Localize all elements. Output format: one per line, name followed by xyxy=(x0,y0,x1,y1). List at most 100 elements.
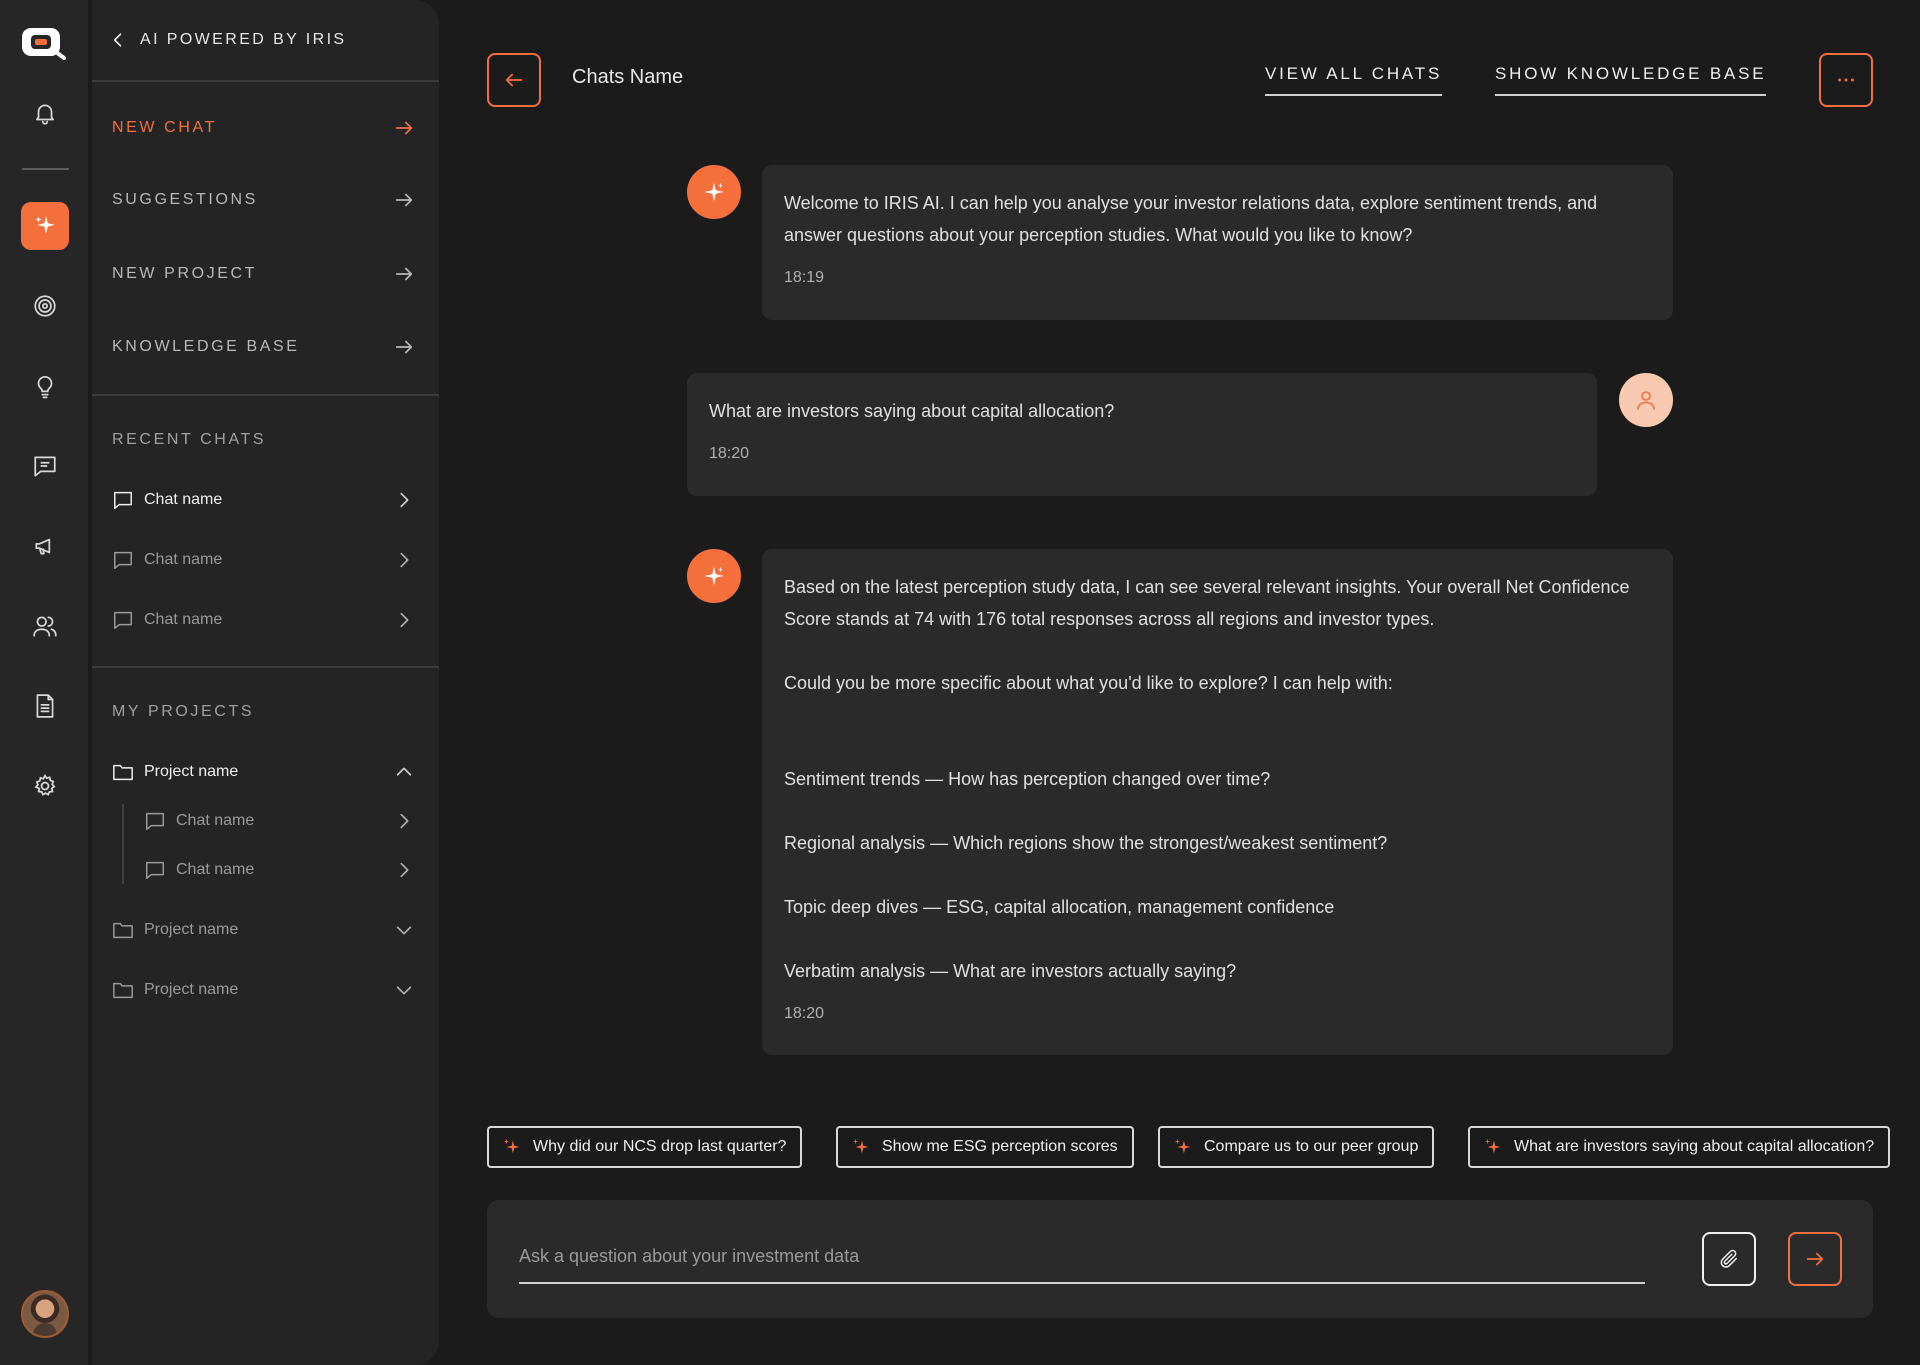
chevron-up-icon[interactable] xyxy=(393,761,415,783)
chevron-down-icon[interactable] xyxy=(393,919,415,941)
recent-chat-item[interactable]: Chat name xyxy=(92,476,439,524)
project-label: Project name xyxy=(144,921,239,938)
project-item[interactable]: Project name xyxy=(92,906,439,954)
suggestion-label: What are investors saying about capital … xyxy=(1514,1138,1875,1155)
suggestion-label: Compare us to our peer group xyxy=(1204,1138,1419,1155)
message-option: Verbatim analysis — What are investors a… xyxy=(784,961,1237,981)
gear-icon[interactable] xyxy=(21,762,69,810)
sparkle-icon xyxy=(1484,1138,1501,1154)
rail-divider xyxy=(22,168,69,170)
back-button[interactable] xyxy=(487,53,541,107)
lightbulb-icon[interactable] xyxy=(21,362,69,410)
suggestion-chip[interactable]: What are investors saying about capital … xyxy=(1468,1126,1891,1168)
user-message: What are investors saying about capital … xyxy=(687,373,1597,496)
chat-bubble-icon xyxy=(144,810,166,832)
knowledge-base-label: KNOWLEDGE BASE xyxy=(112,338,300,355)
paperclip-icon xyxy=(1720,1249,1738,1268)
project-chat-label: Chat name xyxy=(176,812,255,829)
show-knowledge-base-link[interactable]: SHOW KNOWLEDGE BASE xyxy=(1495,64,1767,96)
recent-chat-label: Chat name xyxy=(144,551,223,568)
chevron-right-icon xyxy=(400,552,409,568)
sparkle-icon xyxy=(704,566,724,586)
message-intro: Based on the latest perception study dat… xyxy=(784,577,1630,629)
project-item[interactable]: Project name xyxy=(92,748,439,796)
chevron-right-icon xyxy=(400,492,409,508)
suggestion-chip[interactable]: Why did our NCS drop last quarter? xyxy=(487,1126,803,1168)
message-question: Could you be more specific about what yo… xyxy=(784,673,1393,693)
project-label: Project name xyxy=(144,981,239,998)
suggestion-label: Why did our NCS drop last quarter? xyxy=(533,1138,787,1155)
message-time: 18:19 xyxy=(784,269,825,286)
project-chat-item[interactable]: Chat name xyxy=(92,797,439,845)
sparkle-icon[interactable] xyxy=(21,202,69,250)
folder-icon xyxy=(112,761,134,783)
app-window: AI POWERED BY IRIS NEW CHAT SUGGESTIONS … xyxy=(0,0,1920,1365)
users-icon[interactable] xyxy=(21,602,69,650)
user-message-avatar xyxy=(1619,373,1673,427)
more-horizontal-icon xyxy=(1838,78,1854,82)
suggestions-button[interactable]: SUGGESTIONS xyxy=(92,164,439,236)
folder-icon xyxy=(112,919,134,941)
attach-button[interactable] xyxy=(1702,1232,1756,1286)
user-avatar[interactable] xyxy=(21,1290,69,1338)
chevron-left-icon[interactable] xyxy=(108,30,128,50)
new-chat-button[interactable]: NEW CHAT xyxy=(92,92,439,164)
chevron-right-icon xyxy=(400,612,409,628)
composer xyxy=(487,1200,1873,1318)
new-chat-label: NEW CHAT xyxy=(112,119,217,136)
chat-bubble-icon xyxy=(112,549,134,571)
arrow-right-icon xyxy=(395,121,413,135)
arrow-right-icon xyxy=(395,340,413,354)
panel-divider xyxy=(92,394,439,396)
panel-divider xyxy=(92,666,439,668)
chevron-down-icon[interactable] xyxy=(393,979,415,1001)
question-input[interactable] xyxy=(519,1226,1645,1284)
message-square-icon[interactable] xyxy=(21,442,69,490)
arrow-right-icon xyxy=(395,267,413,281)
document-icon[interactable] xyxy=(21,682,69,730)
sparkle-icon xyxy=(852,1138,869,1154)
megaphone-icon[interactable] xyxy=(21,522,69,570)
project-label: Project name xyxy=(144,763,239,780)
message-text: What are investors saying about capital … xyxy=(709,401,1115,421)
suggestion-chip[interactable]: Compare us to our peer group xyxy=(1158,1126,1435,1168)
message-option: Regional analysis — Which regions show t… xyxy=(784,833,1388,853)
recent-chats-title: RECENT CHATS xyxy=(112,431,267,448)
target-icon[interactable] xyxy=(21,282,69,330)
new-project-button[interactable]: NEW PROJECT xyxy=(92,238,439,310)
sparkle-icon xyxy=(704,182,724,202)
panel-title: AI POWERED BY IRIS xyxy=(140,31,347,48)
message-time: 18:20 xyxy=(709,445,750,462)
new-project-label: NEW PROJECT xyxy=(112,265,258,282)
assistant-message: Welcome to IRIS AI. I can help you analy… xyxy=(762,165,1673,320)
recent-chat-item[interactable]: Chat name xyxy=(92,536,439,584)
project-chat-label: Chat name xyxy=(176,861,255,878)
message-option: Sentiment trends — How has perception ch… xyxy=(784,769,1271,789)
more-options-button[interactable] xyxy=(1819,53,1873,107)
sparkle-icon xyxy=(503,1138,520,1154)
suggestion-chip[interactable]: Show me ESG perception scores xyxy=(836,1126,1134,1168)
knowledge-base-button[interactable]: KNOWLEDGE BASE xyxy=(92,311,439,383)
chat-bubble-icon xyxy=(112,489,134,511)
send-button[interactable] xyxy=(1788,1232,1842,1286)
project-chat-item[interactable]: Chat name xyxy=(92,846,439,894)
panel-header[interactable]: AI POWERED BY IRIS xyxy=(92,0,439,82)
logo-icon[interactable] xyxy=(20,26,66,60)
arrow-right-icon xyxy=(1806,1252,1824,1266)
sparkle-icon xyxy=(1174,1138,1191,1154)
recent-chat-label: Chat name xyxy=(144,491,223,508)
view-all-chats-link[interactable]: VIEW ALL CHATS xyxy=(1265,64,1443,96)
assistant-message: Based on the latest perception study dat… xyxy=(762,549,1673,1055)
suggestion-label: Show me ESG perception scores xyxy=(882,1138,1118,1155)
arrow-right-icon xyxy=(395,193,413,207)
bell-icon[interactable] xyxy=(21,89,69,137)
assistant-avatar xyxy=(687,165,741,219)
assistant-avatar xyxy=(687,549,741,603)
message-text: Welcome to IRIS AI. I can help you analy… xyxy=(784,193,1598,245)
recent-chat-item[interactable]: Chat name xyxy=(92,596,439,644)
user-icon xyxy=(1637,391,1655,410)
project-item[interactable]: Project name xyxy=(92,966,439,1014)
recent-chat-label: Chat name xyxy=(144,611,223,628)
chat-bubble-icon xyxy=(112,609,134,631)
arrow-left-icon xyxy=(505,73,523,87)
